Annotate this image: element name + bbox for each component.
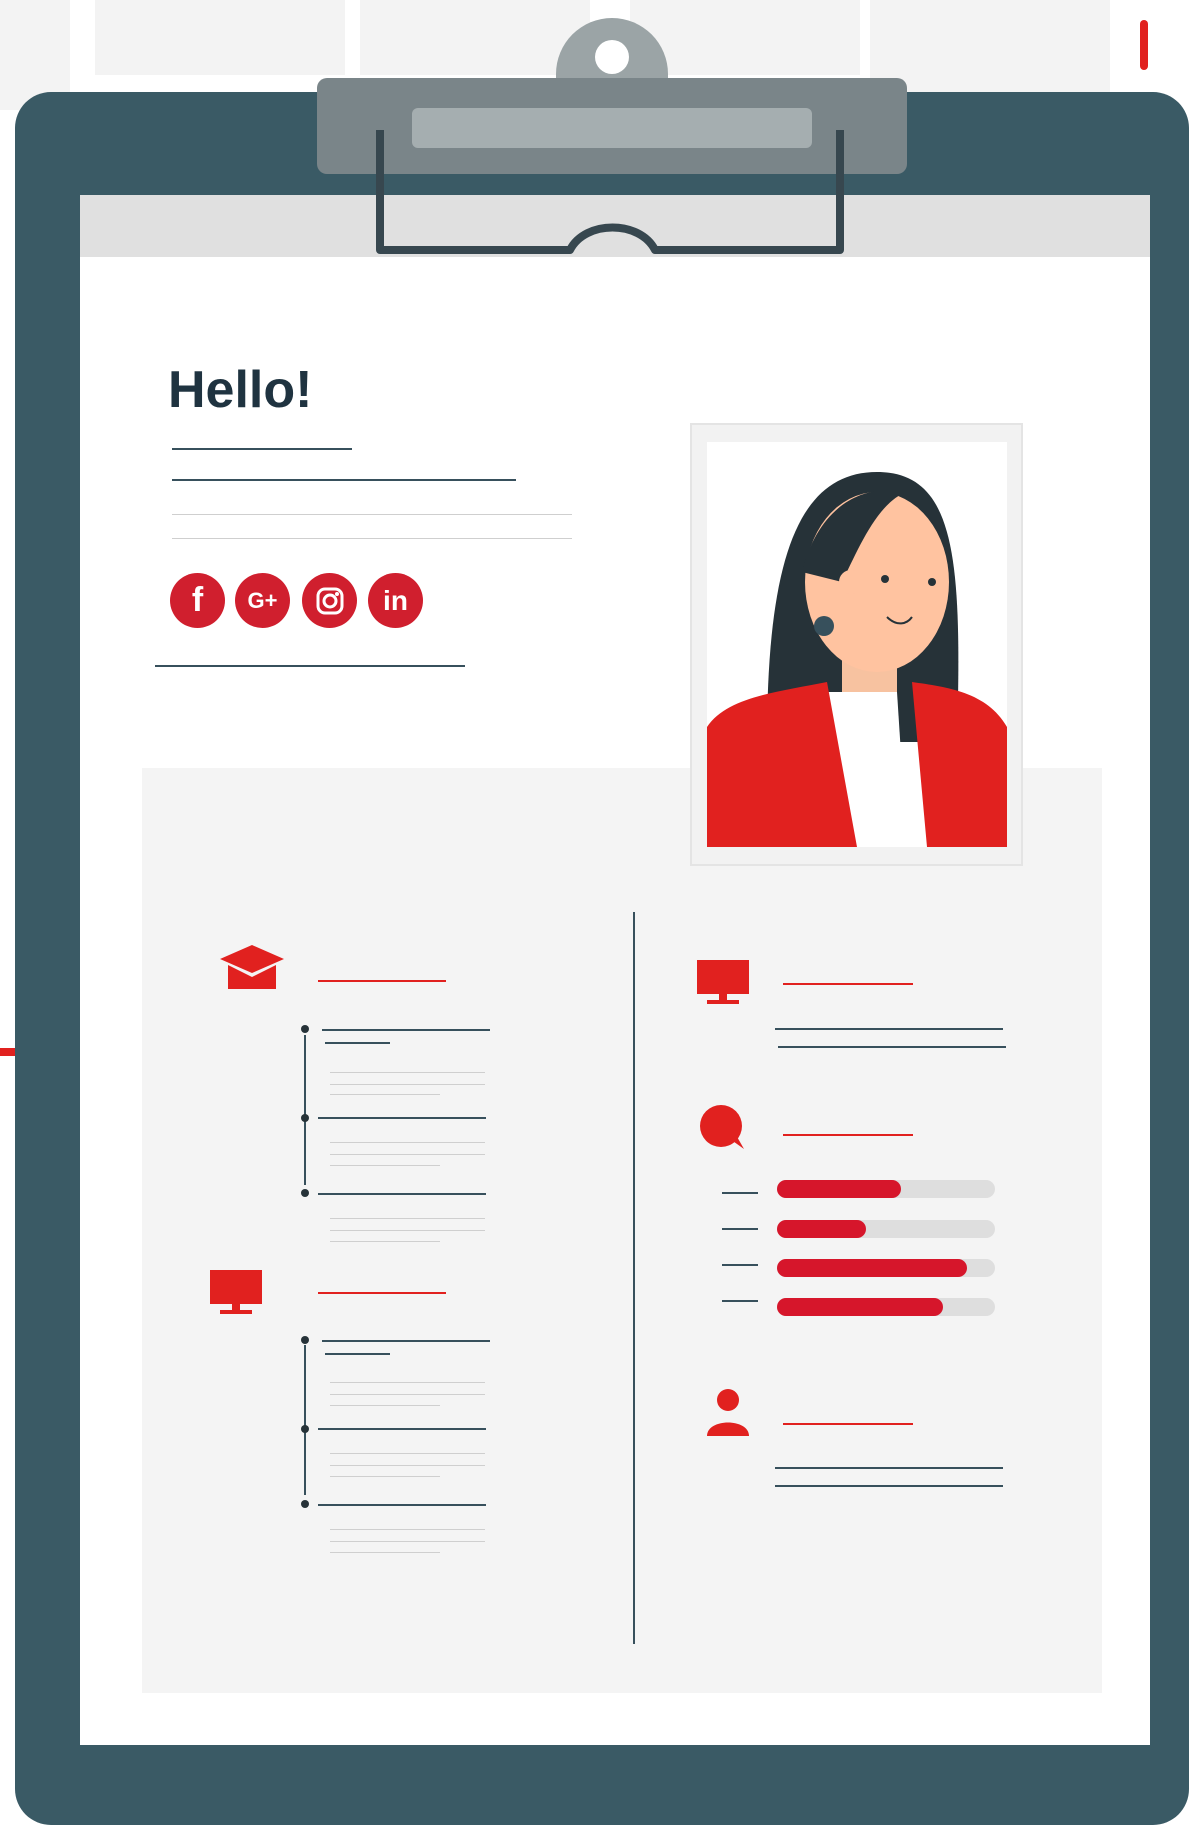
entry-line xyxy=(775,1467,1003,1469)
text-line xyxy=(330,1218,485,1219)
user-icon xyxy=(707,1389,749,1436)
monitor-icon xyxy=(210,1270,262,1314)
section-heading-line xyxy=(783,1423,913,1425)
text-line xyxy=(330,1154,485,1155)
entry-line xyxy=(318,1428,486,1430)
section-heading-line xyxy=(318,980,446,982)
linkedin-icon[interactable]: in xyxy=(368,573,423,628)
skill-bar-fill xyxy=(777,1220,867,1238)
clip-wire xyxy=(376,130,844,254)
skill-bar xyxy=(777,1298,995,1316)
text-line xyxy=(330,1382,485,1383)
chat-bubble-icon xyxy=(700,1105,744,1149)
text-line xyxy=(330,1453,485,1454)
red-dash-decoration xyxy=(1140,20,1148,70)
timeline-dot xyxy=(301,1500,309,1508)
skill-bar xyxy=(777,1220,995,1238)
text-line xyxy=(330,1405,440,1406)
text-line xyxy=(330,1541,485,1542)
text-line xyxy=(330,1094,440,1095)
section-heading-line xyxy=(783,983,913,985)
monitor-icon xyxy=(697,960,749,1004)
greeting-heading: Hello! xyxy=(168,361,313,419)
timeline-line xyxy=(304,1035,306,1185)
entry-line xyxy=(322,1340,490,1342)
clip-hole xyxy=(595,40,629,74)
name-line xyxy=(172,448,352,450)
entry-line xyxy=(775,1028,1003,1030)
timeline-dot xyxy=(301,1025,309,1033)
graduation-cap-icon xyxy=(220,945,284,989)
instagram-icon[interactable] xyxy=(302,573,357,628)
text-line xyxy=(330,1072,485,1073)
text-line xyxy=(330,1241,440,1242)
skill-label-line xyxy=(722,1192,758,1194)
title-line xyxy=(172,479,516,481)
timeline-dot xyxy=(301,1425,309,1433)
entry-line xyxy=(318,1193,486,1195)
entry-line xyxy=(778,1046,1006,1048)
skill-bar-fill xyxy=(777,1180,902,1198)
facebook-icon[interactable]: f xyxy=(170,573,225,628)
portrait-woman xyxy=(707,442,1007,847)
column-divider xyxy=(633,912,635,1644)
text-line xyxy=(330,1465,485,1466)
divider-line xyxy=(155,665,465,667)
skill-bar-fill xyxy=(777,1259,967,1277)
text-line xyxy=(330,1476,440,1477)
timeline-dot xyxy=(301,1336,309,1344)
text-line xyxy=(330,1529,485,1530)
photo-frame xyxy=(690,423,1023,866)
text-line xyxy=(172,538,572,539)
section-heading-line xyxy=(783,1134,913,1136)
text-line xyxy=(330,1142,485,1143)
google-plus-icon[interactable]: G+ xyxy=(235,573,290,628)
skill-label-line xyxy=(722,1228,758,1230)
skill-bar xyxy=(777,1180,995,1198)
text-line xyxy=(172,514,572,515)
text-line xyxy=(330,1165,440,1166)
entry-line xyxy=(325,1353,390,1355)
entry-line xyxy=(322,1029,490,1031)
timeline-line xyxy=(304,1345,306,1495)
text-line xyxy=(330,1084,485,1085)
skill-label-line xyxy=(722,1300,758,1302)
skill-bar-fill xyxy=(777,1298,943,1316)
text-line xyxy=(330,1394,485,1395)
skill-label-line xyxy=(722,1264,758,1266)
timeline-dot xyxy=(301,1114,309,1122)
entry-line xyxy=(325,1042,390,1044)
entry-line xyxy=(775,1485,1003,1487)
section-heading-line xyxy=(318,1292,446,1294)
timeline-dot xyxy=(301,1189,309,1197)
skill-bar xyxy=(777,1259,995,1277)
text-line xyxy=(330,1552,440,1553)
text-line xyxy=(330,1230,485,1231)
entry-line xyxy=(318,1117,486,1119)
entry-line xyxy=(318,1504,486,1506)
